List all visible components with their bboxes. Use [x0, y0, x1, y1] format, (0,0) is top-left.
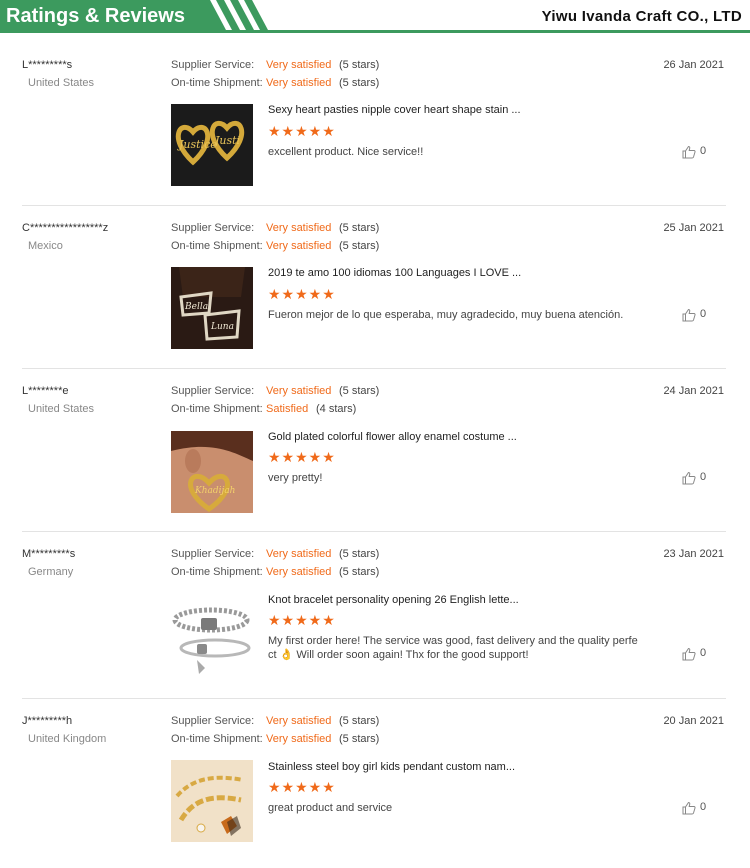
ontime-shipment-label: On-time Shipment: — [171, 403, 263, 415]
supplier-service-rating: Very satisfied — [266, 385, 332, 397]
review-comment: My first order here! The service was goo… — [268, 635, 638, 661]
reviewer-name: L********e — [22, 385, 69, 397]
ontime-shipment-stars: (4 stars) — [316, 403, 357, 415]
reviewer-country: Mexico — [28, 240, 63, 252]
thumbs-up-icon[interactable] — [682, 801, 696, 815]
product-image[interactable]: Khadijah — [171, 431, 253, 513]
review-date: 25 Jan 2021 — [663, 222, 724, 234]
supplier-service-rating: Very satisfied — [266, 59, 332, 71]
reviewer-name: M*********s — [22, 548, 76, 560]
page-title: Ratings & Reviews — [6, 5, 185, 27]
supplier-service-label: Supplier Service: — [171, 548, 255, 560]
review-comment: excellent product. Nice service!! — [268, 146, 424, 158]
review-date: 24 Jan 2021 — [663, 385, 724, 397]
ontime-shipment-stars: (5 stars) — [339, 77, 380, 89]
svg-text:Justice: Justice — [177, 138, 217, 151]
product-image[interactable] — [171, 760, 253, 842]
star-rating: ★★★★★ — [268, 779, 336, 795]
reviewer-country: United States — [28, 77, 95, 89]
product-title-link[interactable]: Knot bracelet personality opening 26 Eng… — [268, 594, 519, 606]
supplier-service-stars: (5 stars) — [339, 385, 380, 397]
product-title-link[interactable]: Sexy heart pasties nipple cover heart sh… — [268, 104, 521, 116]
svg-text:Bella: Bella — [184, 302, 208, 312]
review-comment: very pretty! — [268, 472, 323, 484]
supplier-service-stars: (5 stars) — [339, 222, 380, 234]
supplier-service-rating: Very satisfied — [266, 222, 332, 234]
supplier-service-stars: (5 stars) — [339, 59, 380, 71]
like-count: 0 — [700, 801, 707, 813]
reviewer-country: United States — [28, 403, 95, 415]
thumbs-up-icon[interactable] — [682, 471, 696, 485]
product-title-link[interactable]: Gold plated colorful flower alloy enamel… — [268, 431, 517, 443]
supplier-service-label: Supplier Service: — [171, 59, 255, 71]
reviewer-country: United Kingdom — [28, 733, 107, 745]
supplier-service-rating: Very satisfied — [266, 715, 332, 727]
supplier-service-label: Supplier Service: — [171, 715, 255, 727]
svg-text:Khadijah: Khadijah — [194, 486, 235, 496]
svg-text:Justi: Justi — [213, 134, 240, 147]
supplier-service-label: Supplier Service: — [171, 385, 255, 397]
thumbs-up-icon[interactable] — [682, 145, 696, 159]
review-divider — [22, 368, 726, 369]
ontime-shipment-label: On-time Shipment: — [171, 733, 263, 745]
ontime-shipment-rating: Satisfied — [266, 403, 309, 415]
product-image[interactable]: Bella Luna — [171, 267, 253, 349]
header-stripes-decoration — [196, 0, 272, 30]
product-title-link[interactable]: Stainless steel boy girl kids pendant cu… — [268, 761, 515, 773]
review-divider — [22, 205, 726, 206]
like-count: 0 — [700, 308, 707, 320]
ontime-shipment-label: On-time Shipment: — [171, 77, 263, 89]
supplier-service-stars: (5 stars) — [339, 548, 380, 560]
star-rating: ★★★★★ — [268, 286, 336, 302]
ontime-shipment-stars: (5 stars) — [339, 240, 380, 252]
svg-text:Luna: Luna — [210, 322, 234, 332]
star-rating: ★★★★★ — [268, 123, 336, 139]
product-title-link[interactable]: 2019 te amo 100 idiomas 100 Languages I … — [268, 267, 521, 279]
like-count: 0 — [700, 647, 707, 659]
ontime-shipment-rating: Very satisfied — [266, 77, 332, 89]
product-image[interactable] — [171, 594, 253, 676]
product-image[interactable]: Justice Justi — [171, 104, 253, 186]
review-comment: great product and service — [268, 802, 393, 814]
review-date: 20 Jan 2021 — [663, 715, 724, 727]
ontime-shipment-rating: Very satisfied — [266, 566, 332, 578]
company-name: Yiwu Ivanda Craft CO., LTD — [541, 8, 742, 25]
header: Ratings & Reviews Yiwu Ivanda Craft CO.,… — [0, 0, 750, 34]
thumbs-up-icon[interactable] — [682, 308, 696, 322]
ontime-shipment-rating: Very satisfied — [266, 733, 332, 745]
like-count: 0 — [700, 145, 707, 157]
review-date: 23 Jan 2021 — [663, 548, 724, 560]
reviewer-name: C*****************z — [22, 222, 109, 234]
header-divider — [0, 30, 750, 33]
reviewer-name: J*********h — [22, 715, 73, 727]
ontime-shipment-label: On-time Shipment: — [171, 566, 263, 578]
ontime-shipment-rating: Very satisfied — [266, 240, 332, 252]
supplier-service-stars: (5 stars) — [339, 715, 380, 727]
ontime-shipment-stars: (5 stars) — [339, 566, 380, 578]
thumbs-up-icon[interactable] — [682, 647, 696, 661]
star-rating: ★★★★★ — [268, 612, 336, 628]
ontime-shipment-label: On-time Shipment: — [171, 240, 263, 252]
reviewer-country: Germany — [28, 566, 74, 578]
review-divider — [22, 531, 726, 532]
supplier-service-rating: Very satisfied — [266, 548, 332, 560]
review-date: 26 Jan 2021 — [663, 59, 724, 71]
reviewer-name: L*********s — [22, 59, 73, 71]
like-count: 0 — [700, 471, 707, 483]
review-comment: Fueron mejor de lo que esperaba, muy agr… — [268, 309, 624, 321]
review-divider — [22, 698, 726, 699]
star-rating: ★★★★★ — [268, 449, 336, 465]
supplier-service-label: Supplier Service: — [171, 222, 255, 234]
ontime-shipment-stars: (5 stars) — [339, 733, 380, 745]
